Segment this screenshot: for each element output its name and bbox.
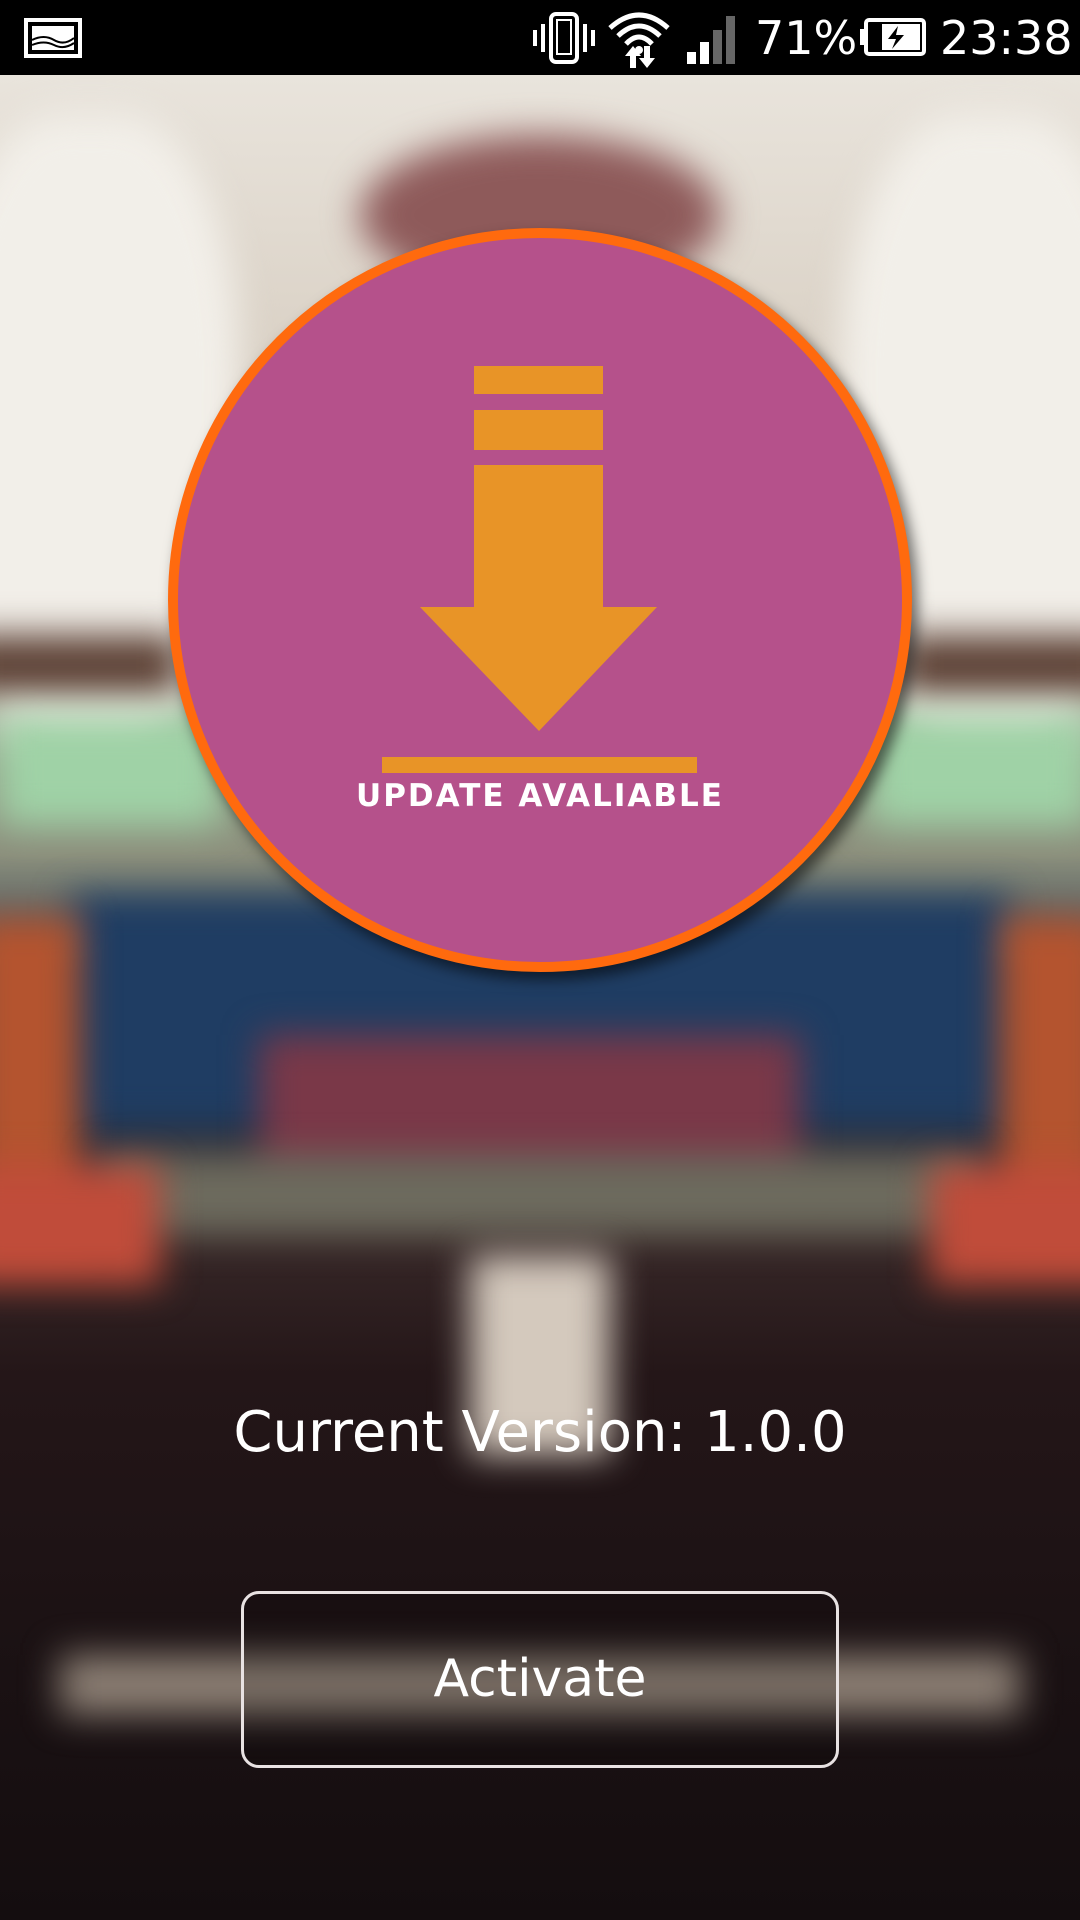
- wifi-icon: [608, 12, 670, 68]
- battery-charging-icon: [860, 18, 926, 56]
- status-bar: 71% 23:38: [0, 0, 1080, 75]
- screenshot-icon: [24, 18, 82, 58]
- update-available-label: UPDATE AVALIABLE: [356, 778, 724, 814]
- vibrate-icon: [533, 12, 595, 64]
- activate-button[interactable]: Activate: [241, 1591, 839, 1768]
- update-available-badge: UPDATE AVALIABLE: [168, 228, 912, 972]
- battery-percentage: 71%: [755, 11, 858, 65]
- clock: 23:38: [940, 11, 1073, 65]
- signal-icon: [687, 16, 735, 64]
- download-arrow-icon: [382, 366, 697, 773]
- current-version-text: Current Version: 1.0.0: [233, 1400, 847, 1465]
